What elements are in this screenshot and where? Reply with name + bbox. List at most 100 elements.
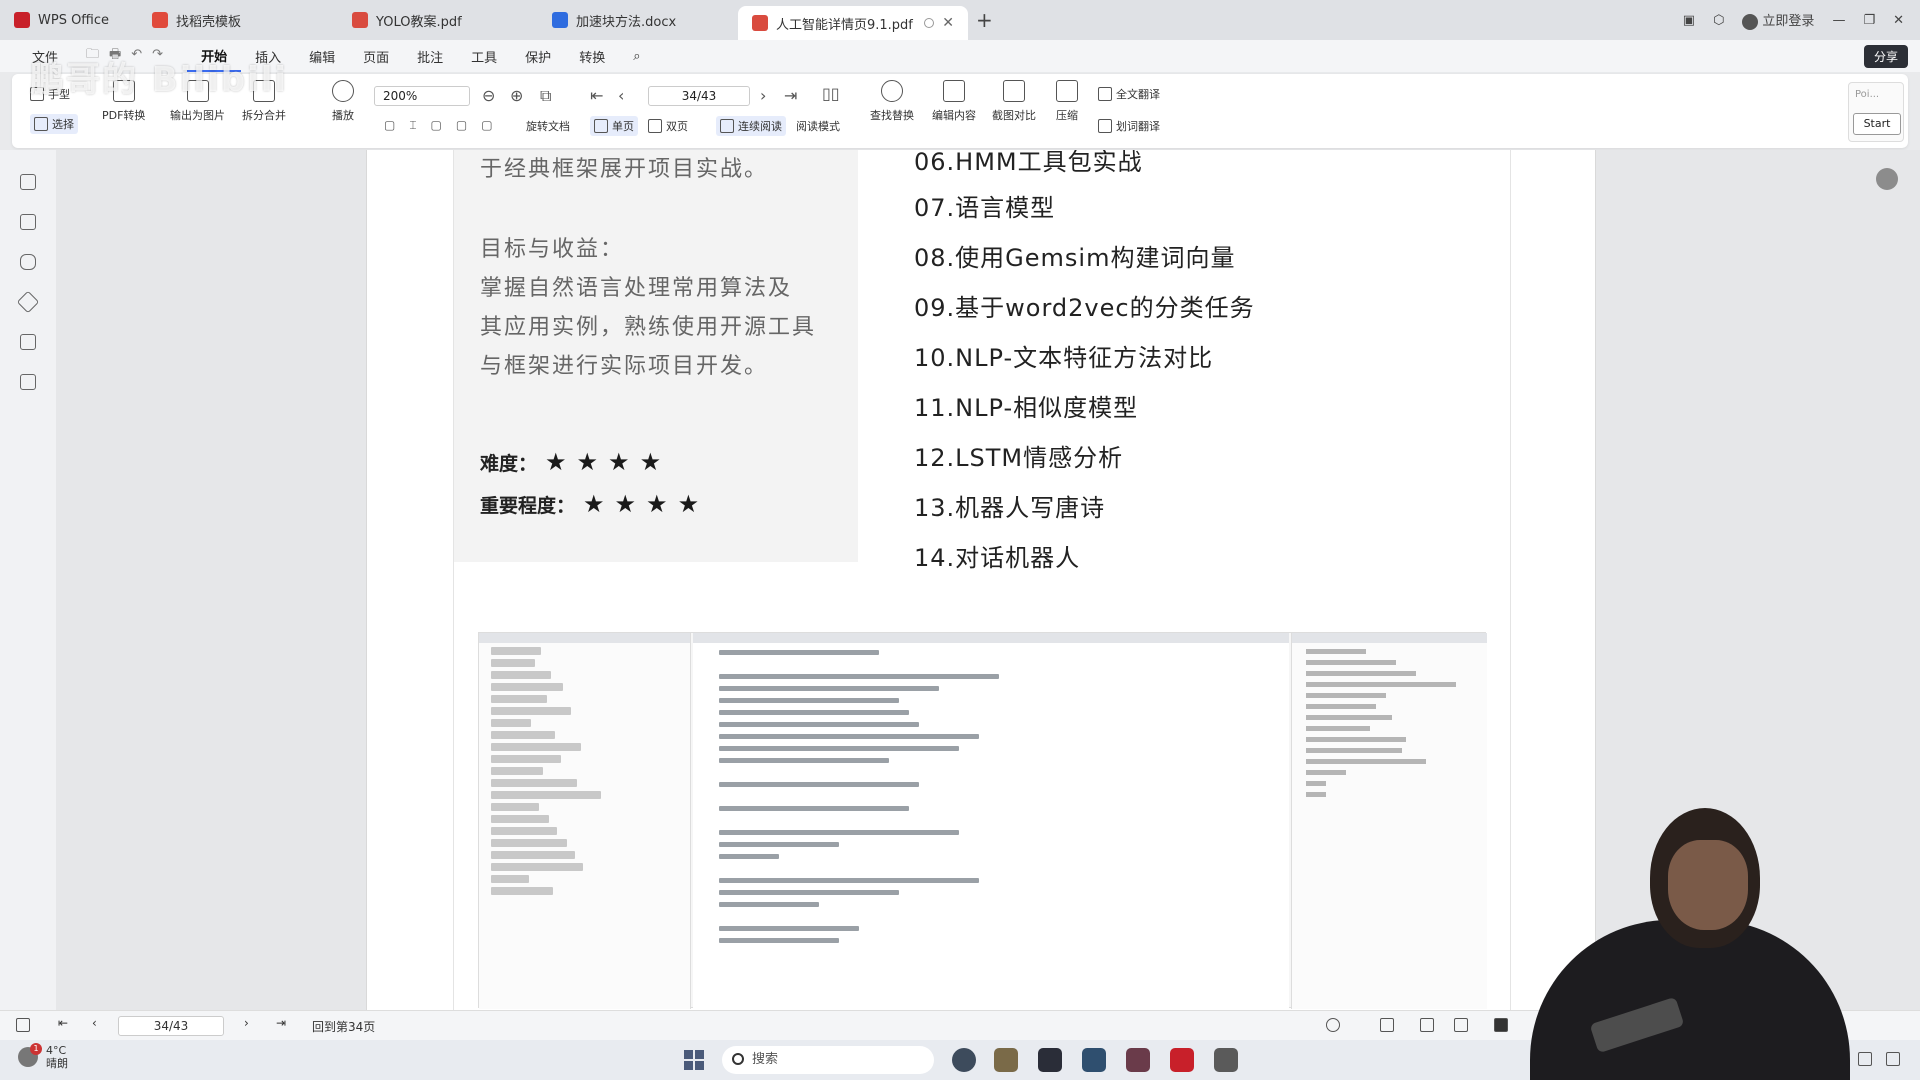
select-tool-button[interactable]: 选择 — [30, 114, 78, 134]
next-page-icon[interactable]: › — [760, 86, 766, 105]
search-icon — [732, 1053, 744, 1065]
app-icon[interactable] — [1126, 1048, 1150, 1072]
tab-yolo-pdf[interactable]: YOLO教案.pdf — [338, 0, 538, 40]
star-icon: ★★★★ — [583, 490, 710, 518]
pycharm-icon[interactable] — [1038, 1048, 1062, 1072]
view-tool-icons[interactable]: ▢⌶▢▢▢ — [384, 118, 507, 133]
menu-protect[interactable]: 保护 — [511, 40, 565, 72]
reading-mode-button[interactable]: 阅读模式 — [796, 118, 840, 134]
first-page-icon[interactable]: ⇤ — [590, 86, 603, 105]
layers-icon[interactable] — [20, 374, 36, 390]
page-number-input[interactable]: 34/43 — [648, 86, 750, 106]
menu-page[interactable]: 页面 — [349, 40, 403, 72]
tab-template[interactable]: 找稻壳模板 — [138, 0, 338, 40]
find-replace-button[interactable]: 查找替换 — [870, 80, 914, 123]
split-merge-label: 拆分合并 — [242, 109, 286, 122]
wps-taskbar-icon[interactable] — [1170, 1048, 1194, 1072]
bookmark-icon[interactable] — [20, 174, 36, 190]
first-page-icon[interactable]: ⇤ — [58, 1016, 68, 1030]
pdf-convert-label: PDF转换 — [102, 109, 146, 122]
tab-docx[interactable]: 加速块方法.docx — [538, 0, 738, 40]
app-icon[interactable] — [1082, 1048, 1106, 1072]
menu-annotate[interactable]: 批注 — [403, 40, 457, 72]
sidebar-toggle-icon[interactable] — [16, 1018, 30, 1032]
book-view-icon[interactable]: ▯▯ — [822, 84, 840, 103]
prev-page-icon[interactable]: ‹ — [92, 1016, 97, 1030]
start-button[interactable]: Start — [1853, 113, 1901, 135]
status-page-input[interactable]: 34/43 — [118, 1016, 224, 1036]
difficulty-rating: 难度： ★★★★ — [480, 448, 671, 476]
browser-icon[interactable] — [952, 1048, 976, 1072]
difficulty-label: 难度： — [480, 453, 538, 475]
goal-line: 掌握自然语言处理常用算法及 — [480, 276, 793, 301]
full-translate-label: 全文翻译 — [1116, 88, 1160, 101]
compress-label: 压缩 — [1056, 109, 1078, 122]
screenshot-compare-button[interactable]: 截图对比 — [992, 80, 1036, 123]
zoom-in-icon[interactable]: ⊕ — [510, 86, 523, 105]
windows-start-icon[interactable] — [684, 1050, 704, 1070]
zoom-select[interactable]: 200% — [374, 86, 470, 106]
rotate-document-button[interactable]: 旋转文档 — [526, 118, 570, 134]
back-to-page-link[interactable]: 回到第34页 — [312, 1018, 375, 1035]
importance-rating: 重要程度： ★★★★ — [480, 490, 709, 518]
minimize-icon[interactable]: — — [1832, 13, 1845, 28]
signature-icon[interactable] — [20, 334, 36, 350]
export-image-label: 输出为图片 — [170, 109, 225, 122]
new-tab-button[interactable]: + — [968, 8, 1001, 32]
crop-icon — [1003, 80, 1025, 102]
menu-edit[interactable]: 编辑 — [295, 40, 349, 72]
edit-content-button[interactable]: 编辑内容 — [932, 80, 976, 123]
login-button[interactable]: 立即登录 — [1742, 10, 1814, 30]
comment-icon[interactable] — [20, 254, 36, 270]
prev-page-icon[interactable]: ‹ — [618, 86, 624, 105]
zoom-out-icon[interactable]: ⊖ — [482, 86, 495, 105]
presenter-face — [1668, 840, 1748, 930]
full-translate-button[interactable]: 全文翻译 — [1098, 86, 1160, 102]
word-translate-button[interactable]: 划词翻译 — [1098, 118, 1160, 134]
notification-badge: 1 — [30, 1043, 42, 1055]
tab-active-pdf[interactable]: 人工智能详情页9.1.pdf ✕ — [738, 6, 968, 40]
next-page-icon[interactable]: › — [244, 1016, 249, 1030]
weather-icon: 1 — [18, 1043, 42, 1067]
restore-icon[interactable]: ❐ — [1863, 13, 1875, 28]
edit-icon — [943, 80, 965, 102]
single-view-icon[interactable] — [1420, 1018, 1434, 1032]
weather-widget[interactable]: 1 4°C 晴朗 — [18, 1043, 68, 1070]
layout-icon[interactable]: ▣ — [1683, 13, 1695, 28]
find-replace-label: 查找替换 — [870, 109, 914, 122]
double-view-icon[interactable] — [1454, 1018, 1468, 1032]
file-explorer-icon[interactable] — [994, 1048, 1018, 1072]
cube-icon[interactable]: ⬡ — [1713, 13, 1724, 28]
cursor-icon — [34, 117, 48, 131]
goal-heading: 目标与收益： — [480, 237, 625, 262]
double-page-button[interactable]: 双页 — [648, 118, 688, 134]
fit-page-icon[interactable]: ⧉ — [540, 86, 551, 106]
continuous-view-icon[interactable] — [1380, 1018, 1394, 1032]
star-icon: ★★★★ — [545, 448, 672, 476]
importance-label: 重要程度： — [480, 495, 576, 517]
share-button[interactable]: 分享 — [1863, 44, 1908, 68]
close-tab-icon[interactable]: ✕ — [942, 15, 954, 31]
attachment-icon[interactable] — [16, 290, 40, 314]
close-window-icon[interactable]: ✕ — [1893, 13, 1904, 28]
single-page-button[interactable]: 单页 — [590, 116, 638, 136]
app-icon[interactable] — [1214, 1048, 1238, 1072]
login-label: 立即登录 — [1762, 14, 1815, 30]
search-icon[interactable]: ⌕ — [619, 40, 654, 72]
eye-icon[interactable] — [1326, 1018, 1340, 1032]
continuous-reading-button[interactable]: 连续阅读 — [716, 116, 786, 136]
last-page-icon[interactable]: ⇥ — [784, 86, 797, 105]
thumbnail-icon[interactable] — [20, 214, 36, 230]
compress-button[interactable]: 压缩 — [1056, 80, 1078, 123]
assistant-icon[interactable] — [1876, 168, 1898, 190]
menu-convert[interactable]: 转换 — [565, 40, 619, 72]
play-button[interactable]: 播放 — [332, 80, 354, 123]
single-page-label: 单页 — [612, 120, 634, 133]
template-icon — [152, 12, 168, 28]
menu-tools[interactable]: 工具 — [457, 40, 511, 72]
last-page-icon[interactable]: ⇥ — [276, 1016, 286, 1030]
pdf-page: 于经典框架展开项目实战。 目标与收益： 掌握自然语言处理常用算法及 其应用实例，… — [366, 150, 1596, 1010]
start-card: Poi... Start — [1848, 82, 1904, 142]
tab-wps-office[interactable]: WPS Office — [0, 0, 138, 40]
taskbar-search[interactable]: 搜索 — [722, 1046, 934, 1074]
